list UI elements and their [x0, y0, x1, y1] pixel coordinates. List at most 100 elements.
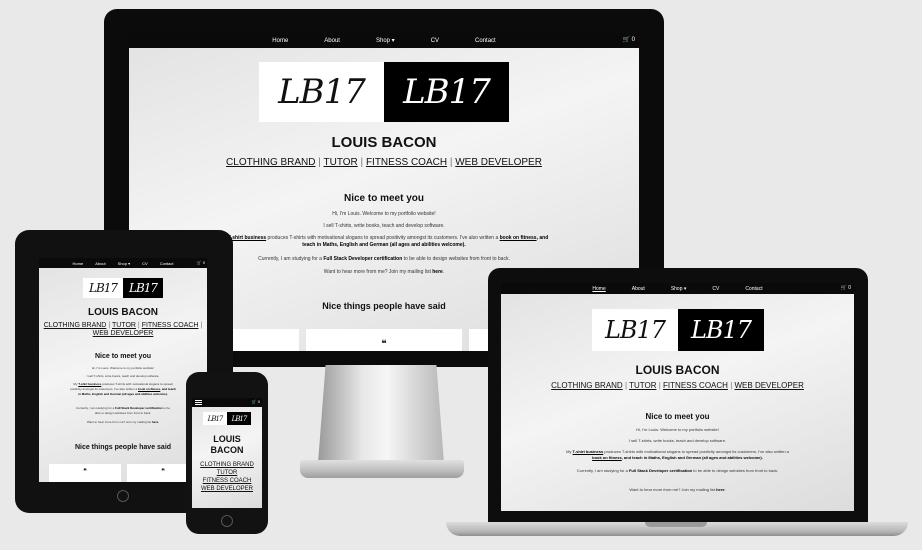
intro-greeting: Hi, I'm Louis. Welcome to my portfolio w… — [636, 427, 719, 432]
role-separator: | — [318, 157, 321, 168]
mailing-link[interactable]: here — [432, 269, 443, 275]
laptop-notch — [645, 522, 707, 527]
nav-shop-label: Shop — [375, 38, 390, 44]
intro-greeting: Hi, I'm Louis. Welcome to my portfolio w… — [91, 366, 155, 370]
section-title: Nice to meet you — [645, 412, 710, 421]
roles-nav: CLOTHING BRAND | TUTOR | FITNESS COACH |… — [129, 157, 639, 168]
nav-contact[interactable]: Contact — [745, 286, 762, 292]
tablet-screen: Home About Shop ▾ CV Contact 🛒 0 LB17 LB… — [39, 258, 207, 482]
logo-black: LB17 — [678, 309, 764, 351]
intro-paragraph: My T-shirt business produces T-shirts wi… — [501, 449, 854, 461]
testimonial-card: ❝ — [306, 329, 462, 351]
logo-white: LB17 — [83, 278, 123, 298]
laptop-screen: Home About Shop ▾ CV Contact 🛒 0 LB17 LB… — [501, 283, 854, 511]
tshirt-link[interactable]: T-shirt business — [228, 235, 266, 241]
page-title: LOUIS BACON — [192, 434, 262, 456]
page-title: LOUIS BACON — [635, 363, 720, 377]
title-line: LOUIS — [213, 434, 241, 444]
text-span: Currently, I am studying for a — [576, 468, 628, 473]
logo-banner: LB17 LB17 — [83, 278, 163, 298]
nav-cv[interactable]: CV — [431, 38, 439, 44]
text-span: My — [566, 449, 572, 454]
nav-cv[interactable]: CV — [142, 261, 148, 266]
nav-about[interactable]: About — [324, 38, 340, 44]
text-span: . — [158, 420, 160, 424]
intro-line: I sell T-shirts, write books, teach and … — [323, 223, 445, 229]
phone-screen: 🛒 0 LB17 LB17 LOUIS BACON CLOTHING BRAND… — [192, 398, 262, 508]
role-link-webdev[interactable]: WEB DEVELOPER — [735, 381, 804, 390]
study-paragraph: Currently, I am studying for a Full Stac… — [39, 406, 207, 416]
logo-text: LB17 — [604, 316, 666, 344]
certification-link[interactable]: Full Stack Developer certification — [629, 468, 692, 473]
role-separator: | — [658, 381, 661, 390]
cart-icon[interactable]: 🛒 0 — [197, 260, 205, 265]
study-paragraph: Currently, I am studying for a Full Stac… — [501, 468, 854, 474]
role-link-tutor[interactable]: TUTOR — [629, 381, 656, 390]
logo-text: LB17 — [128, 281, 158, 295]
text-span: Currently, I am studying for a — [258, 256, 322, 262]
book-link[interactable]: book on fitness — [592, 455, 622, 460]
nav-shop[interactable]: Shop ▾ — [118, 261, 130, 266]
text-span: produces T-shirts with motivational slog… — [267, 235, 499, 241]
logo-banner: LB17 LB17 — [259, 62, 509, 122]
nav-shop[interactable]: Shop ▾ — [376, 37, 395, 44]
hamburger-menu-icon[interactable] — [195, 400, 202, 405]
intro-greeting: Hi, I'm Louis. Welcome to my portfolio w… — [332, 211, 436, 217]
nav-about[interactable]: About — [95, 261, 105, 266]
role-link-fitness[interactable]: FITNESS COACH — [142, 322, 199, 329]
text-span: My — [73, 382, 78, 386]
mailing-link[interactable]: here — [716, 487, 724, 492]
logo-text: LB17 — [207, 414, 224, 423]
nav-shop[interactable]: Shop ▾ — [671, 286, 687, 292]
testimonial-card: ❝ — [49, 464, 121, 482]
role-link-fitness[interactable]: FITNESS COACH — [366, 157, 447, 168]
nav-contact[interactable]: Contact — [475, 38, 496, 44]
certification-link[interactable]: Full Stack Developer certification — [323, 256, 402, 262]
cart-icon[interactable]: 🛒 0 — [841, 285, 851, 291]
role-link-tutor[interactable]: TUTOR — [112, 322, 136, 329]
book-link[interactable]: book on fitness — [138, 387, 160, 391]
page-title: LOUIS BACON — [331, 134, 437, 151]
tshirt-link[interactable]: T-shirt business — [573, 449, 604, 454]
mailing-paragraph: Want to hear more from me? Join my maili… — [501, 487, 854, 492]
nav-cv[interactable]: CV — [712, 286, 719, 292]
role-link-tutor[interactable]: TUTOR — [324, 157, 358, 168]
role-separator: | — [449, 157, 453, 168]
nav-home[interactable]: Home — [592, 286, 605, 292]
nav-home[interactable]: Home — [73, 261, 84, 266]
logo-black: LB17 — [384, 62, 509, 122]
nav-contact[interactable]: Contact — [160, 261, 174, 266]
certification-link[interactable]: Full Stack Developer certification — [115, 406, 162, 410]
quote-icon: ❝ — [83, 468, 87, 475]
role-link-fitness[interactable]: FITNESS COACH — [663, 381, 728, 390]
role-link-clothing[interactable]: CLOTHING BRAND — [551, 381, 623, 390]
nav-about[interactable]: About — [632, 286, 645, 292]
role-link-webdev[interactable]: WEB DEVELOPER — [192, 485, 262, 493]
chevron-down-icon: ▾ — [128, 260, 131, 266]
navbar: Home About Shop ▾ CV Contact 🛒 0 — [501, 283, 854, 294]
book-link[interactable]: book on fitness — [500, 235, 537, 241]
role-link-fitness[interactable]: FITNESS COACH — [192, 477, 262, 485]
role-link-webdev[interactable]: WEB DEVELOPER — [455, 157, 542, 168]
quote-icon: ❝ — [161, 468, 165, 475]
nav-home[interactable]: Home — [272, 38, 288, 44]
quote-icon: ❝ — [381, 339, 387, 350]
role-separator: | — [360, 157, 364, 168]
role-link-clothing[interactable]: CLOTHING BRAND — [44, 322, 107, 329]
intro-paragraph: My T-shirt business produces T-shirts wi… — [39, 382, 207, 397]
role-link-clothing[interactable]: CLOTHING BRAND — [192, 461, 262, 469]
tshirt-link[interactable]: T-shirt business — [78, 382, 101, 386]
home-button-icon — [221, 515, 233, 527]
text-span: to be able to design websites from front… — [693, 468, 779, 473]
title-line: BACON — [210, 445, 244, 455]
role-link-webdev[interactable]: WEB DEVELOPER — [93, 330, 154, 337]
cart-icon[interactable]: 🛒 0 — [623, 36, 635, 43]
cart-icon[interactable]: 🛒 0 — [252, 399, 260, 404]
logo-white: LB17 — [592, 309, 678, 351]
monitor-stand-base — [300, 460, 464, 478]
role-link-tutor[interactable]: TUTOR — [192, 469, 262, 477]
role-link-clothing[interactable]: CLOTHING BRAND — [226, 157, 315, 168]
text-span: produces T-shirts with motivational slog… — [604, 449, 789, 454]
page-title: LOUIS BACON — [88, 307, 158, 318]
section-title: Nice to meet you — [343, 193, 425, 204]
